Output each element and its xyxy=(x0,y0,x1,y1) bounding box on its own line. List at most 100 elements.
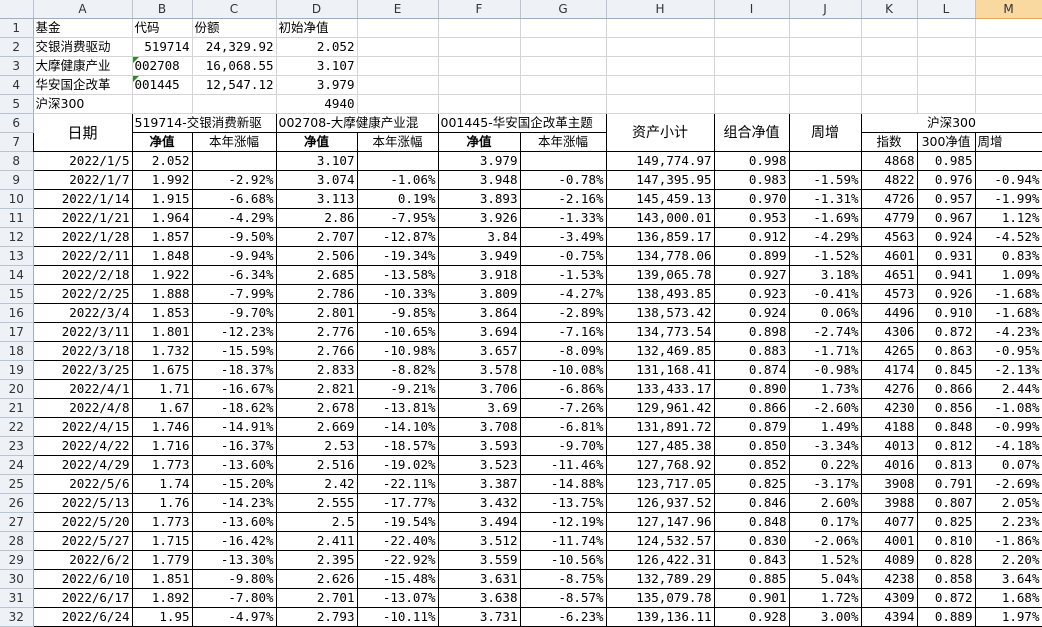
cell-fund1-nav[interactable]: 2.052 xyxy=(131,151,193,171)
cell-portfolio-nav[interactable]: 0.848 xyxy=(713,512,790,532)
cell-index-value[interactable]: 4174 xyxy=(860,360,918,380)
row-header[interactable]: 2 xyxy=(0,37,34,57)
cell-date[interactable]: 2022/2/25 xyxy=(32,284,133,304)
cell-index-weekly[interactable]: -0.99% xyxy=(974,417,1042,437)
cell-weekly-change[interactable]: -1.59% xyxy=(788,170,862,190)
cell-fund2-ytd[interactable]: -17.77% xyxy=(356,493,439,513)
cell[interactable] xyxy=(714,56,790,76)
row-header[interactable]: 24 xyxy=(0,455,34,475)
cell[interactable]: 2.052 xyxy=(276,37,358,57)
column-header-d[interactable]: D xyxy=(276,0,358,19)
row-header[interactable]: 28 xyxy=(0,531,34,551)
cell-index-weekly[interactable]: -1.68% xyxy=(974,303,1042,323)
cell[interactable]: 001445 xyxy=(132,75,193,95)
cell-date[interactable]: 2022/6/2 xyxy=(32,550,133,570)
cell-index-value[interactable]: 4001 xyxy=(860,531,918,551)
cell-asset-total[interactable]: 131,891.72 xyxy=(605,417,715,437)
cell-fund1-ytd[interactable]: -15.20% xyxy=(191,474,277,494)
cell-fund1-ytd[interactable]: -9.80% xyxy=(191,569,277,589)
cell[interactable] xyxy=(789,56,862,76)
cell-index-nav[interactable]: 0.791 xyxy=(916,474,976,494)
cell-fund3-nav[interactable]: 3.494 xyxy=(437,512,521,532)
cell-fund2-ytd[interactable]: -14.10% xyxy=(356,417,439,437)
cell-index-weekly[interactable]: 2.23% xyxy=(974,512,1042,532)
cell-asset-total[interactable]: 139,065.78 xyxy=(605,265,715,285)
cell-index-value[interactable]: 4563 xyxy=(860,227,918,247)
cell-fund3-nav[interactable]: 3.949 xyxy=(437,246,521,266)
cell-fund3-nav[interactable]: 3.694 xyxy=(437,322,521,342)
cell-fund1-ytd[interactable]: -6.34% xyxy=(191,265,277,285)
cell[interactable] xyxy=(606,56,715,76)
spreadsheet-grid[interactable]: ABCDEFGHIJKLM 1 基金 代码 份额 初始净值 2 交银消费驱动 519714 24… xyxy=(0,0,1042,627)
cell[interactable] xyxy=(606,75,715,95)
column-header-c[interactable]: C xyxy=(192,0,277,19)
column-header-j[interactable]: J xyxy=(789,0,862,19)
cell-fund2-ytd[interactable]: -10.11% xyxy=(356,607,439,627)
cell-index-value[interactable]: 4089 xyxy=(860,550,918,570)
cell-date[interactable]: 2022/1/5 xyxy=(32,151,133,171)
cell-index-weekly[interactable]: 1.97% xyxy=(974,607,1042,627)
cell-fund3-nav[interactable]: 3.578 xyxy=(437,360,521,380)
cell-fund2-nav[interactable]: 2.506 xyxy=(275,246,358,266)
cell-portfolio-nav[interactable]: 0.928 xyxy=(713,607,790,627)
cell-index-value[interactable]: 4822 xyxy=(860,170,918,190)
row-header[interactable]: 5 xyxy=(0,94,34,114)
cell-index-weekly[interactable]: -1.86% xyxy=(974,531,1042,551)
cell[interactable]: 初始净值 xyxy=(276,18,358,38)
cell-fund3-nav[interactable]: 3.918 xyxy=(437,265,521,285)
cell-fund3-nav[interactable]: 3.69 xyxy=(437,398,521,418)
cell-index-nav[interactable]: 0.967 xyxy=(916,208,976,228)
cell-fund3-nav[interactable]: 3.432 xyxy=(437,493,521,513)
header-nav[interactable]: 净值 xyxy=(275,132,358,152)
cell-index-weekly[interactable]: 2.20% xyxy=(974,550,1042,570)
cell[interactable]: 大摩健康产业 xyxy=(33,56,133,76)
cell-fund1-ytd[interactable]: -9.50% xyxy=(191,227,277,247)
cell[interactable]: 代码 xyxy=(132,18,193,38)
cell[interactable] xyxy=(861,56,918,76)
cell[interactable] xyxy=(917,75,976,95)
cell-fund2-nav[interactable]: 2.766 xyxy=(275,341,358,361)
cell-fund2-ytd[interactable]: -13.07% xyxy=(356,588,439,608)
cell-portfolio-nav[interactable]: 0.899 xyxy=(713,246,790,266)
cell-weekly-change[interactable]: -1.52% xyxy=(788,246,862,266)
cell-fund3-nav[interactable]: 3.864 xyxy=(437,303,521,323)
cell-index-weekly[interactable]: 1.68% xyxy=(974,588,1042,608)
cell-fund3-ytd[interactable]: -3.49% xyxy=(519,227,607,247)
cell-fund2-nav[interactable]: 2.786 xyxy=(275,284,358,304)
column-header-b[interactable]: B xyxy=(132,0,193,19)
cell-index-weekly[interactable]: -1.08% xyxy=(974,398,1042,418)
cell-fund2-nav[interactable]: 2.626 xyxy=(275,569,358,589)
cell-asset-total[interactable]: 133,433.17 xyxy=(605,379,715,399)
cell-fund3-ytd[interactable]: -2.89% xyxy=(519,303,607,323)
cell[interactable] xyxy=(789,94,862,114)
cell[interactable] xyxy=(917,94,976,114)
cell-fund1-ytd[interactable]: -9.94% xyxy=(191,246,277,266)
cell-weekly-change[interactable]: 0.06% xyxy=(788,303,862,323)
cell[interactable] xyxy=(357,94,439,114)
cell-fund3-ytd[interactable]: -10.56% xyxy=(519,550,607,570)
column-header-m[interactable]: M xyxy=(975,0,1042,19)
cell-portfolio-nav[interactable]: 0.866 xyxy=(713,398,790,418)
cell-weekly-change[interactable]: 3.00% xyxy=(788,607,862,627)
cell-index-nav[interactable]: 0.985 xyxy=(916,151,976,171)
header-nav[interactable]: 净值 xyxy=(131,132,193,152)
cell-fund1-nav[interactable]: 1.773 xyxy=(131,455,193,475)
cell-fund2-nav[interactable]: 2.678 xyxy=(275,398,358,418)
cell[interactable]: 沪深300 xyxy=(33,94,133,114)
cell-fund2-ytd[interactable]: -19.34% xyxy=(356,246,439,266)
column-header-g[interactable]: G xyxy=(520,0,607,19)
cell-fund3-ytd[interactable]: -6.81% xyxy=(519,417,607,437)
cell-index-value[interactable]: 4496 xyxy=(860,303,918,323)
cell[interactable] xyxy=(861,37,918,57)
header-ytd[interactable]: 本年涨幅 xyxy=(191,132,277,152)
cell-fund1-ytd[interactable]: -13.30% xyxy=(191,550,277,570)
cell-fund3-ytd[interactable]: -1.53% xyxy=(519,265,607,285)
cell-asset-total[interactable]: 147,395.95 xyxy=(605,170,715,190)
cell-fund1-ytd[interactable]: -14.23% xyxy=(191,493,277,513)
cell-index-value[interactable]: 4868 xyxy=(860,151,918,171)
cell-index-nav[interactable]: 0.924 xyxy=(916,227,976,247)
cell-fund1-ytd[interactable]: -16.37% xyxy=(191,436,277,456)
cell-fund1-nav[interactable]: 1.915 xyxy=(131,189,193,209)
cell[interactable]: 4940 xyxy=(276,94,358,114)
cell[interactable] xyxy=(438,94,521,114)
